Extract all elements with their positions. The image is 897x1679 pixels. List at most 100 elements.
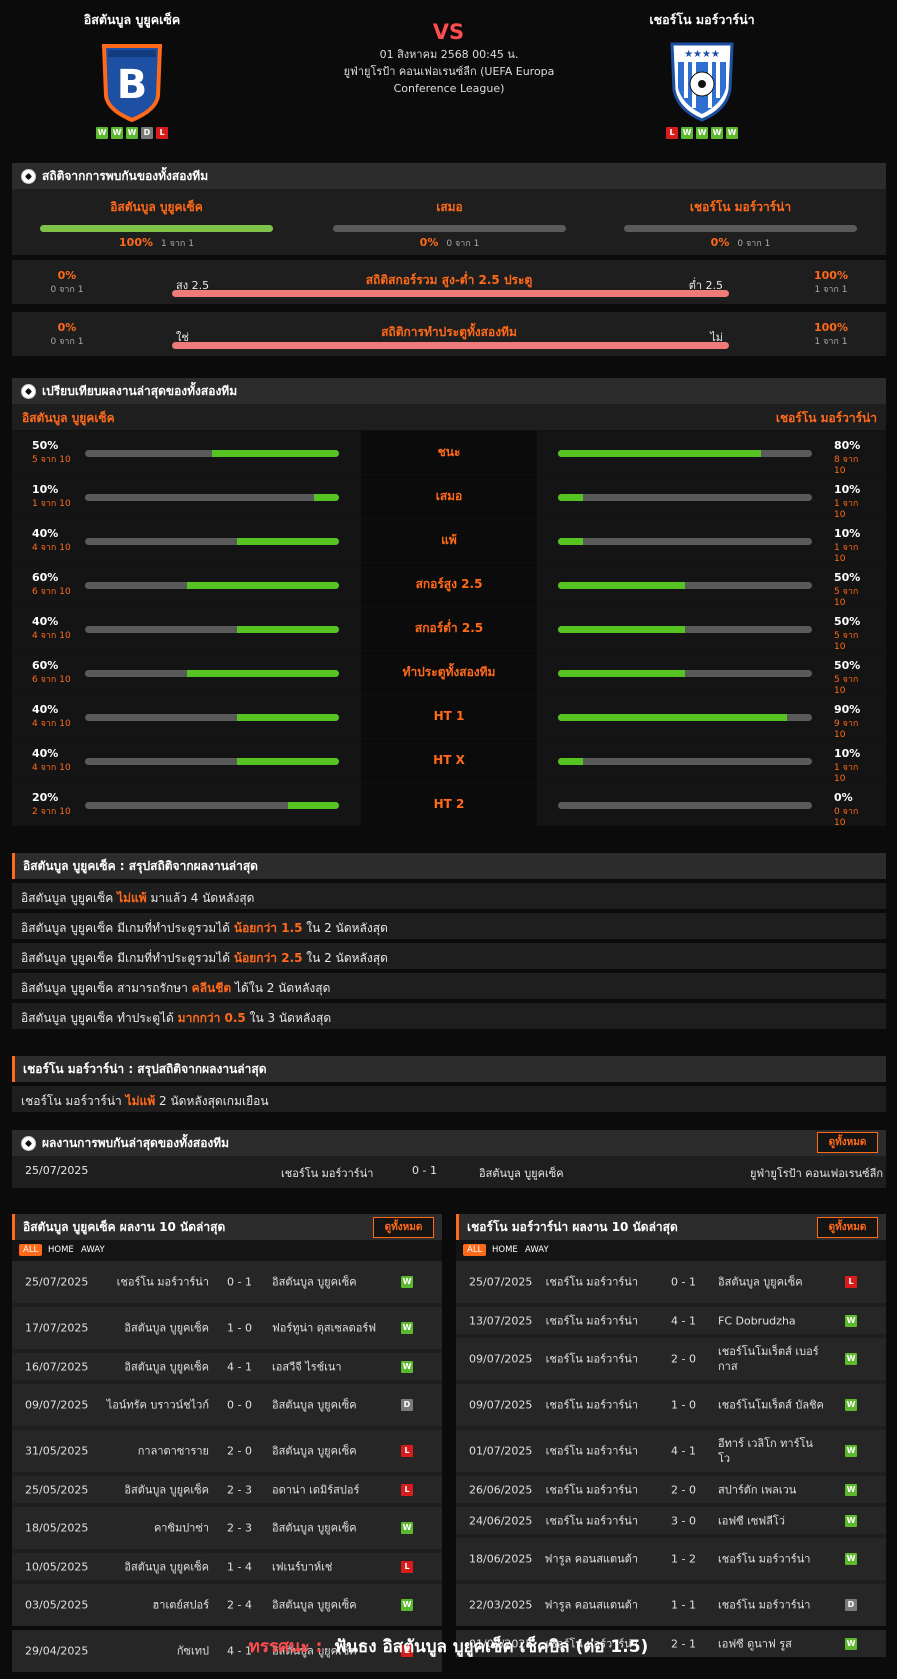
summary-text: 2 นัดหลังสุดเกมเยือน — [155, 1094, 269, 1108]
compare-right-bar — [558, 714, 812, 721]
match-score: 1 - 2 — [671, 1552, 696, 1566]
away-tabs: ALL HOME AWAY — [456, 1240, 886, 1261]
svg-text:B: B — [117, 62, 148, 108]
tab-away[interactable]: AWAY — [521, 1244, 553, 1256]
away-view-all-button[interactable]: ดูทั้งหมด — [817, 1217, 878, 1238]
compare-right-value: 50% 5 จาก 10 — [834, 571, 868, 608]
match-away-team: ฟอร์ทูน่า ดุสเซลดอร์ฟ — [272, 1321, 377, 1335]
match-row[interactable]: 09/07/2025 ไอน์ทรัค บราวน์ชไวก์ 0 - 0 อิสตั… — [12, 1384, 442, 1426]
match-row[interactable]: 18/06/2025 ฟารูล คอนสแตนต้า 1 - 2 เชอร์โน ม… — [456, 1538, 886, 1580]
under-pct-sub: 1 จาก 1 — [814, 285, 848, 295]
btts-no-sub: 1 จาก 1 — [814, 337, 848, 347]
h2h-pct: 0% — [710, 236, 730, 249]
match-row[interactable]: 25/07/2025 เชอร์โน มอร์วาร์น่า 0 - 1 อิสตัน… — [12, 1261, 442, 1303]
tab-home[interactable]: HOME — [488, 1244, 522, 1256]
h2h-bar — [40, 225, 273, 232]
match-row[interactable]: 25/07/2025 เชอร์โน มอร์วาร์น่า 0 - 1 อิสตัน… — [456, 1261, 886, 1303]
home-form-badges: WWWDL — [42, 127, 222, 139]
match-row[interactable]: 13/07/2025 เชอร์โน มอร์วาร์น่า 4 - 1 FC Dob… — [456, 1307, 886, 1334]
match-row[interactable]: 09/07/2025 เชอร์โน มอร์วาร์น่า 2 - 0 เชอร์โ… — [456, 1338, 886, 1380]
match-home-team: ไอน์ทรัค บราวน์ชไวก์ — [106, 1398, 209, 1412]
compare-right-value: 50% 5 จาก 10 — [834, 615, 868, 652]
compare-right-bar — [558, 494, 812, 501]
match-away-team: อิสตันบูล บูยูคเซ็ค — [272, 1598, 357, 1612]
match-away-team: เฟเนร์บาห์เช่ — [272, 1560, 333, 1573]
compare-right-bar — [558, 802, 812, 809]
summary-text: อิสตันบูล บูยูคเซ็ค สามารถรักษา — [21, 981, 192, 995]
compare-rows: 50% 5 จาก 10 ชนะ 80% 8 จาก 10 10% 1 จาก 10 เสมอ… — [12, 430, 886, 828]
match-home-team: เชอร์โน มอร์วาร์น่า — [116, 1275, 209, 1289]
btts-no-pct: 100% 1 จาก 1 — [776, 321, 886, 348]
match-date: 18/05/2025 — [25, 1521, 89, 1535]
match-home-team: คาซิมปาซ่า — [153, 1521, 209, 1535]
compare-left-sub: 1 จาก 10 — [32, 499, 71, 509]
compare-left-value: 40% 4 จาก 10 — [32, 527, 71, 554]
home-summary-title: อิสตันบูล บูยูคเซ็ค : สรุปสถิติจากผลงานล… — [12, 853, 886, 879]
summary-text: มาแล้ว 4 นัดหลังสุด — [146, 891, 255, 905]
compare-right-bar — [558, 538, 812, 545]
compare-right-fill — [558, 626, 685, 633]
home-view-all-button[interactable]: ดูทั้งหมด — [373, 1217, 434, 1238]
tab-away[interactable]: AWAY — [77, 1244, 109, 1256]
summary-row: อิสตันบูล บูยูคเซ็ค มีเกมที่ทำประตูรวมได… — [12, 939, 886, 969]
match-row[interactable]: 16/07/2025 อิสตันบูล บูยูคเซ็ค 4 - 1 เอสวีจ… — [12, 1353, 442, 1380]
tab-home[interactable]: HOME — [44, 1244, 78, 1256]
compare-right-fill — [558, 450, 762, 457]
h2h-stats-header: สถิติจากการพบกันของทั้งสองทีม — [12, 163, 886, 189]
compare-left-bar — [85, 758, 339, 765]
compare-label: สกอร์สูง 2.5 — [415, 577, 483, 591]
match-row[interactable]: 25/05/2025 อิสตันบูล บูยูคเซ็ค 2 - 3 อดาน่า… — [12, 1476, 442, 1503]
compare-left-bar — [85, 802, 339, 809]
compare-left-pct: 60% — [32, 659, 59, 672]
form-badge: W — [696, 127, 708, 139]
match-date: 03/05/2025 — [25, 1598, 89, 1612]
h2h-date: 25/07/2025 — [25, 1164, 89, 1177]
home-tabs: ALL HOME AWAY — [12, 1240, 442, 1261]
h2h-score: 0 - 1 — [412, 1164, 437, 1177]
h2h-result-row[interactable]: 25/07/2025 เชอร์โน มอร์วาร์น่า 0 - 1 อิส… — [12, 1164, 886, 1184]
match-date: 09/07/2025 — [469, 1352, 533, 1366]
compare-right-value: 10% 1 จาก 10 — [834, 747, 868, 784]
match-row[interactable]: 03/05/2025 ฮาเตย์สปอร์ 2 - 4 อิสตันบูล บูยู… — [12, 1584, 442, 1626]
match-row[interactable]: 09/07/2025 เชอร์โน มอร์วาร์น่า 1 - 0 เชอร์โ… — [456, 1384, 886, 1426]
match-row[interactable]: 26/06/2025 เชอร์โน มอร์วาร์น่า 2 - 0 สปาร์ต… — [456, 1476, 886, 1503]
home-last10-title: อิสตันบูล บูยูคเซ็ค ผลงาน 10 นัดล่าสุด — [23, 1220, 226, 1234]
compare-left-fill — [186, 582, 339, 589]
verdict-text: ฟันธง อิสตันบูล บูยูคเซ็ค เช็คบิล (ต่อ 1… — [334, 1637, 649, 1657]
summary-highlight: คลีนชีต — [191, 981, 232, 995]
result-badge: W — [845, 1514, 857, 1527]
match-row[interactable]: 24/06/2025 เชอร์โน มอร์วาร์น่า 3 - 0 เอฟซี … — [456, 1507, 886, 1534]
match-row[interactable]: 18/05/2025 คาซิมปาซ่า 2 - 3 อิสตันบูล บูยูค… — [12, 1507, 442, 1549]
match-date: 13/07/2025 — [469, 1314, 533, 1327]
result-badge: W — [845, 1399, 857, 1411]
tab-all[interactable]: ALL — [463, 1244, 487, 1256]
compare-right-fill — [558, 494, 584, 501]
match-row[interactable]: 22/03/2025 ฟารูล คอนสแตนต้า 1 - 1 เชอร์โน ม… — [456, 1584, 886, 1626]
compare-right-fill — [558, 538, 584, 545]
result-badge: W — [401, 1322, 413, 1334]
match-home-team: เชอร์โน มอร์วาร์น่า — [545, 1483, 638, 1496]
match-row[interactable]: 31/05/2025 กาลาตาซาราย 2 - 0 อิสตันบูล บูยู… — [12, 1430, 442, 1472]
compare-left-fill — [237, 714, 339, 721]
compare-left-pct: 40% — [32, 527, 59, 540]
match-away-team: เอสวีจี ไรช์เนา — [272, 1360, 342, 1373]
match-row[interactable]: 01/07/2025 เชอร์โน มอร์วาร์น่า 4 - 1 อีทาร์… — [456, 1430, 886, 1472]
tab-all[interactable]: ALL — [19, 1244, 43, 1256]
home-team-logo: B — [98, 40, 166, 123]
match-home-team: เชอร์โน มอร์วาร์น่า — [545, 1275, 638, 1289]
match-row[interactable]: 17/07/2025 อิสตันบูล บูยูคเซ็ค 1 - 0 ฟอร์ทู… — [12, 1307, 442, 1349]
home-last10-header: อิสตันบูล บูยูคเซ็ค ผลงาน 10 นัดล่าสุด ด… — [12, 1214, 442, 1240]
compare-left-sub: 4 จาก 10 — [32, 763, 71, 773]
match-row[interactable]: 10/05/2025 อิสตันบูล บูยูคเซ็ค 1 - 4 เฟเนร์… — [12, 1553, 442, 1580]
compare-right-pct: 10% — [834, 747, 861, 760]
compare-right-pct: 50% — [834, 615, 861, 628]
compare-left-value: 40% 4 จาก 10 — [32, 747, 71, 774]
compare-right-value: 10% 1 จาก 10 — [834, 483, 868, 520]
compare-right-pct: 10% — [834, 527, 861, 540]
match-competition: ยูฟ่ายูโรป้า คอนเฟอเรนซ์ลีก (UEFA Europa… — [343, 65, 555, 95]
h2h-view-all-button[interactable]: ดูทั้งหมด — [817, 1132, 878, 1153]
away-team-name: เชอร์โน มอร์วาร์น่า — [649, 12, 755, 27]
under-pct: 100% 1 จาก 1 — [776, 269, 886, 296]
summary-row: เชอร์โน มอร์วาร์น่า ไม่แพ้ 2 นัดหลังสุดเ… — [12, 1082, 886, 1112]
result-badge: W — [845, 1445, 857, 1457]
